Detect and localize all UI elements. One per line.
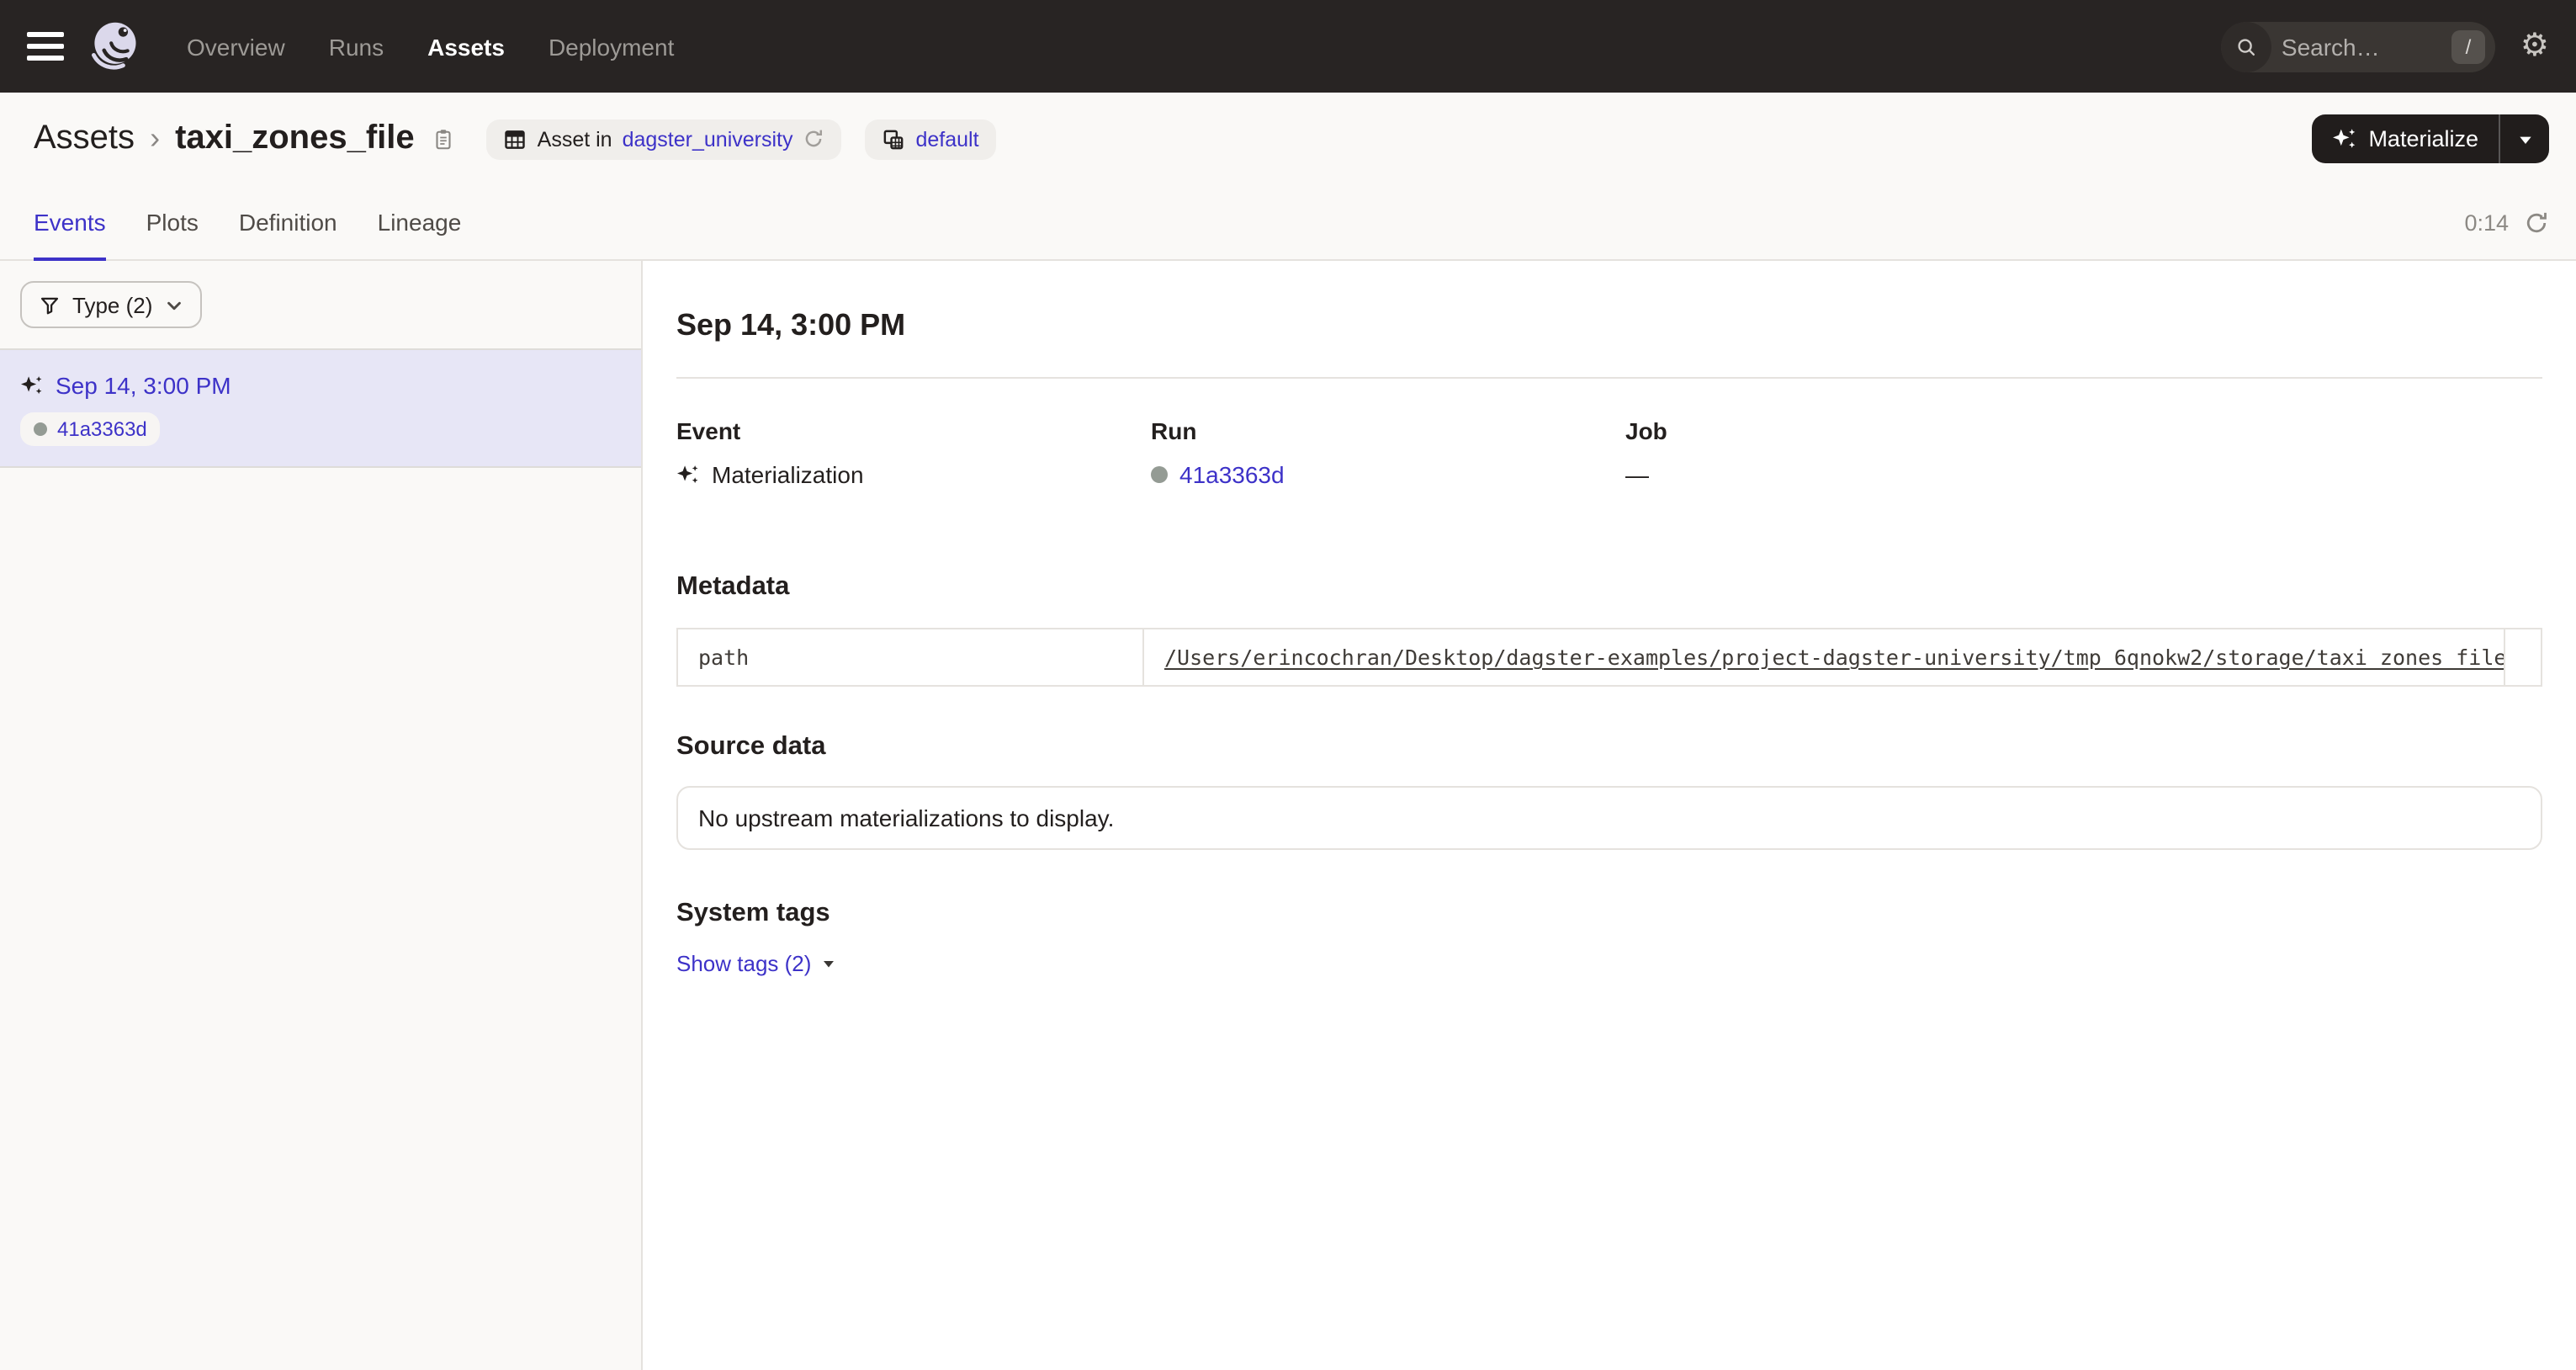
primary-nav: Overview Runs Assets Deployment (187, 33, 674, 60)
show-tags-label: Show tags (2) (676, 951, 811, 976)
metadata-gutter-cell (2505, 629, 2546, 685)
type-filter-label: Type (2) (72, 292, 152, 317)
materialize-button-label: Materialize (2368, 126, 2478, 151)
caret-down-icon (2516, 130, 2533, 147)
refresh-icon[interactable] (2524, 210, 2549, 235)
breadcrumb-separator: › (150, 121, 160, 157)
chevron-down-icon (164, 295, 183, 314)
event-detail-title: Sep 14, 3:00 PM (676, 308, 2542, 343)
materialization-icon (676, 463, 700, 486)
search-input[interactable] (2271, 33, 2451, 60)
filter-funnel-icon (39, 294, 61, 316)
show-tags-toggle[interactable]: Show tags (2) (676, 951, 836, 976)
materialization-icon (20, 374, 44, 397)
event-column-label: Event (676, 417, 1151, 444)
source-data-empty-state: No upstream materializations to display. (676, 786, 2542, 850)
metadata-value-cell: /Users/erincochran/Desktop/dagster-examp… (1144, 629, 2505, 685)
code-location-tag: default (866, 119, 996, 159)
source-data-heading: Source data (676, 732, 2542, 762)
materialize-options-button[interactable] (2499, 114, 2549, 163)
materialize-split-button: Materialize (2311, 114, 2549, 163)
run-status-dot (34, 422, 47, 436)
tab-plots[interactable]: Plots (146, 185, 199, 261)
sparkle-icon (2331, 126, 2356, 151)
caret-down-icon (821, 956, 836, 971)
event-timestamp-link[interactable]: Sep 14, 3:00 PM (56, 372, 231, 399)
search-shortcut-badge: / (2451, 29, 2485, 63)
type-filter-button[interactable]: Type (2) (20, 281, 201, 328)
breadcrumb-assets-link[interactable]: Assets (34, 119, 135, 158)
event-list-item[interactable]: Sep 14, 3:00 PM 41a3363d (0, 348, 641, 468)
asset-group-tag: Asset in dagster_university (487, 119, 842, 159)
event-list-sidebar: Type (2) Sep 14, 3:00 PM (0, 261, 643, 1370)
run-id-link[interactable]: 41a3363d (1179, 461, 1285, 488)
content-area: Type (2) Sep 14, 3:00 PM (0, 261, 2576, 1370)
nav-item-deployment[interactable]: Deployment (549, 33, 674, 60)
metadata-key-cell: path (678, 629, 1144, 685)
search-box[interactable]: / (2221, 21, 2495, 72)
event-detail-panel: Sep 14, 3:00 PM Event Materialization (643, 261, 2576, 1370)
metadata-heading: Metadata (676, 572, 2542, 603)
nav-item-overview[interactable]: Overview (187, 33, 285, 60)
tab-lineage[interactable]: Lineage (378, 185, 462, 261)
reload-definitions-icon[interactable] (803, 128, 825, 150)
tab-bar: Events Plots Definition Lineage 0:14 (0, 185, 2576, 261)
event-column: Event Materialization (676, 417, 1151, 488)
run-column-label: Run (1151, 417, 1625, 444)
event-type-value: Materialization (712, 461, 864, 488)
code-location-icon (883, 127, 906, 151)
source-data-empty-message: No upstream materializations to display. (698, 804, 1114, 831)
event-summary-columns: Event Materialization Run 41a33 (676, 417, 2542, 488)
metadata-table: path /Users/erincochran/Desktop/dagster-… (676, 628, 2542, 687)
job-column-label: Job (1625, 417, 2100, 444)
refresh-countdown: 0:14 (2464, 210, 2509, 235)
search-icon (2221, 21, 2271, 72)
nav-item-runs[interactable]: Runs (329, 33, 384, 60)
auto-refresh: 0:14 (2464, 185, 2549, 259)
copy-asset-name-icon[interactable] (432, 126, 457, 151)
nav-item-assets[interactable]: Assets (427, 33, 505, 60)
run-status-dot (1151, 466, 1168, 483)
job-column: Job — (1625, 417, 2100, 488)
divider (676, 377, 2542, 379)
system-tags-heading: System tags (676, 899, 2542, 929)
asset-group-link[interactable]: dagster_university (623, 127, 793, 151)
hamburger-menu-icon[interactable] (27, 32, 64, 61)
tab-definition[interactable]: Definition (239, 185, 337, 261)
dagster-logo-icon[interactable] (86, 18, 143, 75)
filter-row: Type (2) (0, 261, 641, 348)
code-location-link[interactable]: default (916, 127, 979, 151)
run-column: Run 41a3363d (1151, 417, 1625, 488)
job-value: — (1625, 461, 1649, 488)
event-item-header: Sep 14, 3:00 PM (20, 372, 621, 399)
metadata-path-link[interactable]: /Users/erincochran/Desktop/dagster-examp… (1164, 645, 2505, 670)
materialize-button[interactable]: Materialize (2311, 114, 2499, 163)
asset-group-icon (504, 127, 527, 151)
app-window: Overview Runs Assets Deployment / ⚙ Asse… (0, 0, 2576, 1370)
page-title: taxi_zones_file (175, 119, 415, 158)
top-nav-bar: Overview Runs Assets Deployment / ⚙ (0, 0, 2576, 93)
tabs: Events Plots Definition Lineage (34, 185, 461, 259)
page-header: Assets › taxi_zones_file Asset in dagste… (0, 93, 2576, 185)
run-pill[interactable]: 41a3363d (20, 412, 161, 446)
tab-events[interactable]: Events (34, 185, 106, 261)
gear-icon[interactable]: ⚙ (2520, 30, 2549, 62)
asset-group-prefix: Asset in (538, 127, 612, 151)
topnav-right-group: / ⚙ (2221, 21, 2549, 72)
run-id-link: 41a3363d (57, 417, 147, 441)
